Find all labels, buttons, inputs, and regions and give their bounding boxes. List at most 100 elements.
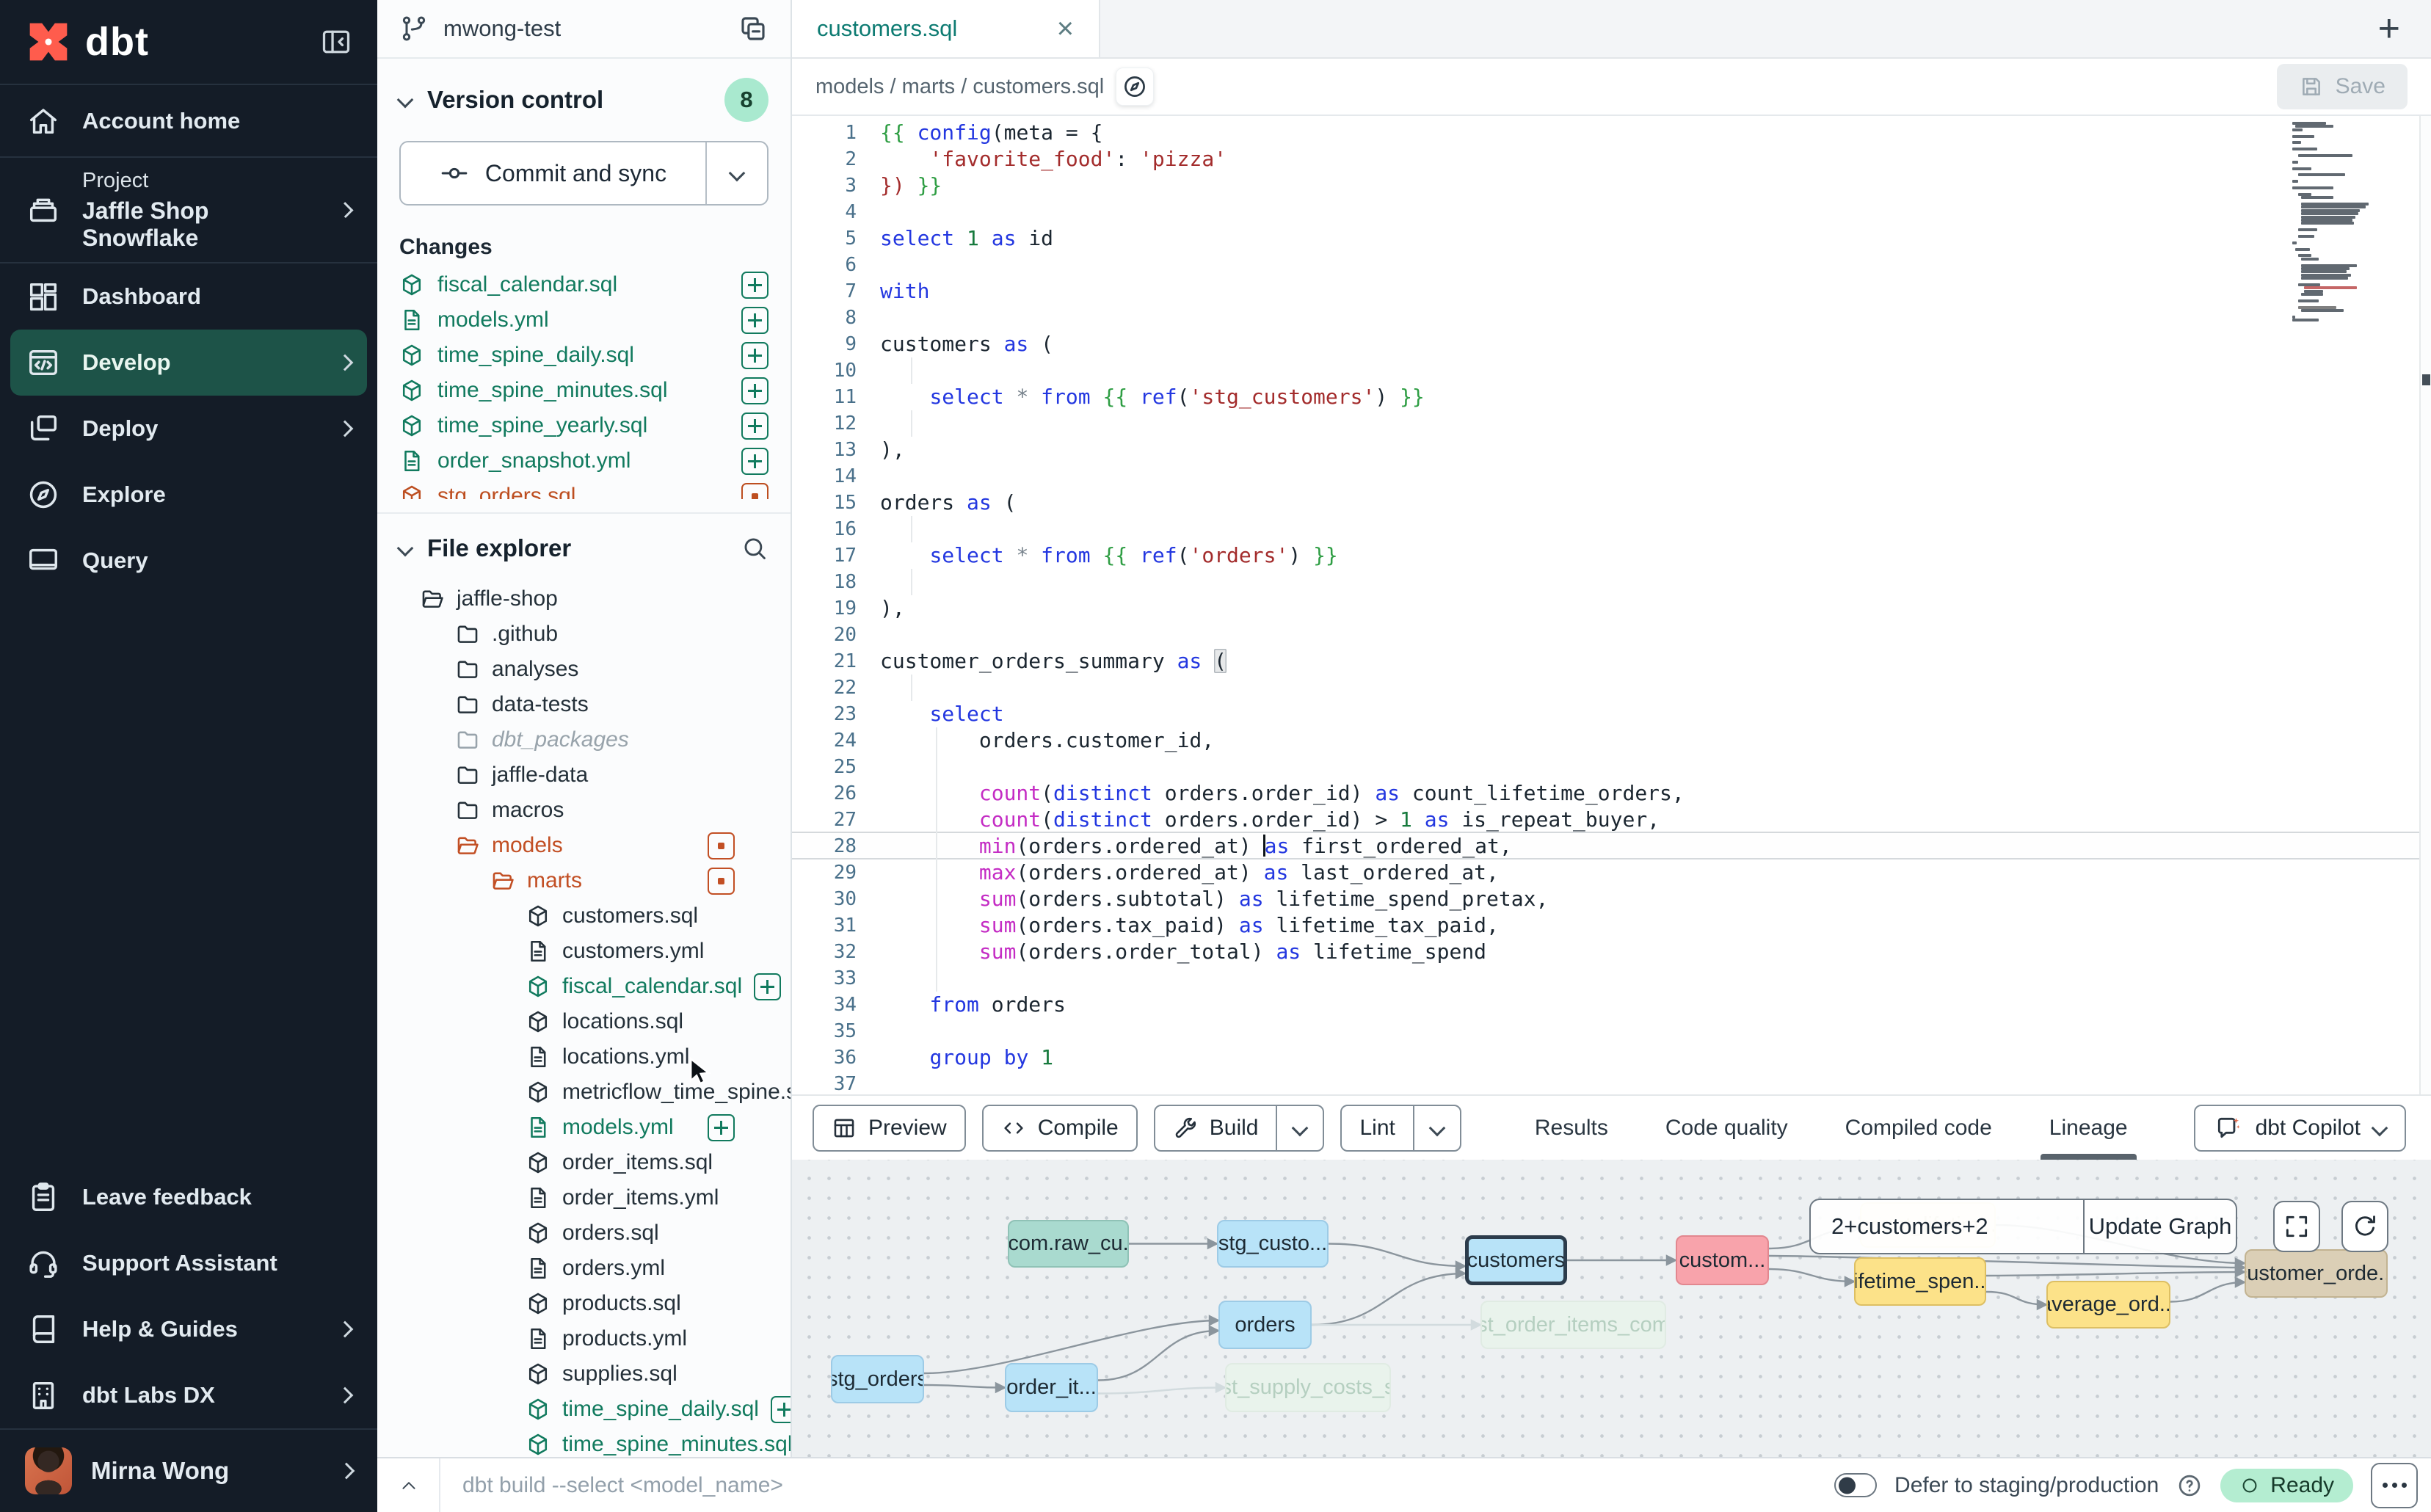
tree-plus-badge[interactable] bbox=[708, 1114, 735, 1141]
lineage-search-box[interactable]: 2+customers+2 Update Graph bbox=[1809, 1199, 2237, 1254]
tab-compiled-code[interactable]: Compiled code bbox=[1845, 1096, 1992, 1160]
change-item-order_snapshot.yml[interactable]: order_snapshot.yml bbox=[399, 443, 768, 479]
toolbar-button-build[interactable]: Build bbox=[1154, 1105, 1325, 1152]
sidebar-item-support-assistant[interactable]: Support Assistant bbox=[0, 1230, 377, 1296]
lineage-node-stg_customers[interactable]: stg_custo... bbox=[1217, 1220, 1329, 1268]
lineage-node-customer_orders[interactable]: customer_orde... bbox=[2245, 1249, 2388, 1298]
help-icon[interactable] bbox=[2176, 1472, 2203, 1499]
tree-dot-badge[interactable] bbox=[708, 832, 735, 859]
chevron-down-icon[interactable] bbox=[397, 540, 414, 557]
chevron-up-icon[interactable] bbox=[399, 1476, 418, 1495]
sidebar-item-leave-feedback[interactable]: Leave feedback bbox=[0, 1164, 377, 1230]
account-row[interactable]: Mirna Wong bbox=[0, 1428, 377, 1512]
lineage-node-orders[interactable]: orders bbox=[1218, 1301, 1312, 1349]
stage-plus-badge[interactable] bbox=[741, 272, 768, 299]
dbt-copilot-button[interactable]: dbt Copilot bbox=[2194, 1105, 2406, 1152]
tree-plus-badge[interactable] bbox=[754, 973, 781, 1000]
chevron-down-icon[interactable] bbox=[397, 92, 414, 109]
command-input[interactable]: dbt build --select <model_name> bbox=[462, 1458, 783, 1512]
toolbar-button-lint[interactable]: Lint bbox=[1340, 1105, 1461, 1152]
change-item-time_spine_yearly.sql[interactable]: time_spine_yearly.sql bbox=[399, 408, 768, 443]
sidebar-item-dbt-labs-dx[interactable]: dbt Labs DX bbox=[0, 1362, 377, 1428]
tree-item-metricflow_time_spine.sql[interactable]: metricflow_time_spine.sql••• bbox=[399, 1075, 768, 1110]
more-options-button[interactable] bbox=[2371, 1463, 2418, 1508]
tree-item-data-tests[interactable]: data-tests bbox=[399, 687, 768, 722]
tree-item-marts[interactable]: marts bbox=[399, 863, 768, 898]
tree-item-jaffle-shop[interactable]: jaffle-shop bbox=[399, 581, 768, 617]
lineage-node-test_order_items[interactable]: test_order_items_com... bbox=[1480, 1301, 1666, 1349]
copy-icon[interactable] bbox=[738, 13, 768, 44]
tree-item-models.yml[interactable]: models.yml bbox=[399, 1110, 768, 1145]
toolbar-button-preview[interactable]: Preview bbox=[813, 1105, 966, 1152]
lineage-node-custom[interactable]: custom... bbox=[1676, 1235, 1769, 1285]
tree-item-time_spine_minutes.sql[interactable]: time_spine_minutes.sql bbox=[399, 1427, 768, 1457]
tree-item-order_items.sql[interactable]: order_items.sql bbox=[399, 1145, 768, 1180]
tree-plus-badge[interactable] bbox=[771, 1396, 792, 1423]
tree-item-locations.sql[interactable]: locations.sql bbox=[399, 1004, 768, 1039]
sidebar-item-deploy[interactable]: Deploy bbox=[0, 396, 377, 462]
tab-code-quality[interactable]: Code quality bbox=[1665, 1096, 1788, 1160]
tree-item-locations.yml[interactable]: locations.yml bbox=[399, 1039, 768, 1075]
sidebar-item-help-guides[interactable]: Help & Guides bbox=[0, 1296, 377, 1362]
tree-item-order_items.yml[interactable]: order_items.yml bbox=[399, 1180, 768, 1215]
tree-item-macros[interactable]: macros bbox=[399, 793, 768, 828]
lineage-node-stg_orders[interactable]: stg_orders bbox=[831, 1355, 924, 1403]
toolbar-button-compile[interactable]: Compile bbox=[982, 1105, 1138, 1152]
tree-item-models[interactable]: models bbox=[399, 828, 768, 863]
lineage-node-average[interactable]: average_ord... bbox=[2046, 1281, 2170, 1329]
tree-item-supplies.sql[interactable]: supplies.sql bbox=[399, 1356, 768, 1392]
change-item-models.yml[interactable]: models.yml bbox=[399, 302, 768, 338]
tree-item-orders.sql[interactable]: orders.sql bbox=[399, 1215, 768, 1251]
lineage-node-lifetime[interactable]: lifetime_spen... bbox=[1854, 1257, 1986, 1306]
collapse-sidebar-icon[interactable] bbox=[320, 26, 352, 58]
stage-dot-badge[interactable] bbox=[741, 483, 768, 500]
lineage-node-order_items[interactable]: order_it... bbox=[1005, 1363, 1098, 1412]
save-button[interactable]: Save bbox=[2277, 64, 2408, 109]
commit-options-button[interactable] bbox=[705, 142, 767, 204]
editor-scrollbar[interactable] bbox=[2419, 116, 2431, 1094]
change-item-stg_orders.sql[interactable]: stg_orders.sql bbox=[399, 479, 768, 499]
stage-plus-badge[interactable] bbox=[741, 377, 768, 404]
lineage-node-customers[interactable]: customers bbox=[1465, 1235, 1567, 1285]
build-options-button[interactable] bbox=[1276, 1106, 1323, 1150]
sidebar-item-explore[interactable]: Explore bbox=[0, 462, 377, 528]
commit-and-sync-button[interactable]: Commit and sync bbox=[399, 141, 768, 206]
stage-plus-badge[interactable] bbox=[741, 412, 768, 440]
tree-item-customers.sql[interactable]: customers.sql bbox=[399, 898, 768, 934]
sidebar-item-project[interactable]: ProjectJaffle Shop Snowflake bbox=[0, 158, 377, 262]
tree-item-customers.yml[interactable]: customers.yml bbox=[399, 934, 768, 969]
defer-toggle[interactable] bbox=[1834, 1473, 1877, 1497]
sidebar-item-query[interactable]: Query bbox=[0, 528, 377, 594]
sidebar-item-develop[interactable]: Develop bbox=[10, 330, 367, 396]
tree-item-jaffle-data[interactable]: jaffle-data bbox=[399, 757, 768, 793]
tree-item-time_spine_daily.sql[interactable]: time_spine_daily.sql bbox=[399, 1392, 768, 1427]
tab-customers-sql[interactable]: customers.sql × bbox=[792, 0, 1100, 57]
lint-options-button[interactable] bbox=[1413, 1106, 1460, 1150]
tree-item-fiscal_calendar.sql[interactable]: fiscal_calendar.sql bbox=[399, 969, 768, 1004]
lineage-node-test_supply[interactable]: test_supply_costs_s... bbox=[1225, 1363, 1391, 1412]
tree-item-products.sql[interactable]: products.sql bbox=[399, 1286, 768, 1321]
lineage-graph[interactable]: ecom.raw_cu... stg_custo... customers custo… bbox=[792, 1160, 2431, 1457]
change-item-time_spine_daily.sql[interactable]: time_spine_daily.sql bbox=[399, 338, 768, 373]
lineage-search-input[interactable]: 2+customers+2 bbox=[1811, 1200, 2083, 1253]
tree-item-orders.yml[interactable]: orders.yml bbox=[399, 1251, 768, 1286]
minimap[interactable] bbox=[2292, 122, 2406, 324]
tree-item-.github[interactable]: .github bbox=[399, 617, 768, 652]
stage-plus-badge[interactable] bbox=[741, 307, 768, 334]
lineage-node-ecom[interactable]: ecom.raw_cu... bbox=[1008, 1220, 1129, 1268]
search-icon[interactable] bbox=[741, 534, 768, 562]
tree-item-dbt_packages[interactable]: dbt_packages bbox=[399, 722, 768, 757]
change-item-time_spine_minutes.sql[interactable]: time_spine_minutes.sql bbox=[399, 373, 768, 408]
tree-dot-badge[interactable] bbox=[708, 868, 735, 895]
tab-results[interactable]: Results bbox=[1535, 1096, 1608, 1160]
refresh-button[interactable] bbox=[2341, 1201, 2388, 1252]
stage-plus-badge[interactable] bbox=[741, 342, 768, 369]
status-ready-badge[interactable]: Ready bbox=[2220, 1469, 2353, 1502]
update-graph-button[interactable]: Update Graph bbox=[2083, 1200, 2236, 1253]
change-item-fiscal_calendar.sql[interactable]: fiscal_calendar.sql bbox=[399, 267, 768, 302]
fullscreen-button[interactable] bbox=[2273, 1201, 2320, 1252]
tree-item-products.yml[interactable]: products.yml bbox=[399, 1321, 768, 1356]
tree-item-analyses[interactable]: analyses bbox=[399, 652, 768, 687]
sidebar-item-account-home[interactable]: Account home bbox=[0, 85, 377, 156]
tab-lineage[interactable]: Lineage bbox=[2049, 1096, 2128, 1160]
